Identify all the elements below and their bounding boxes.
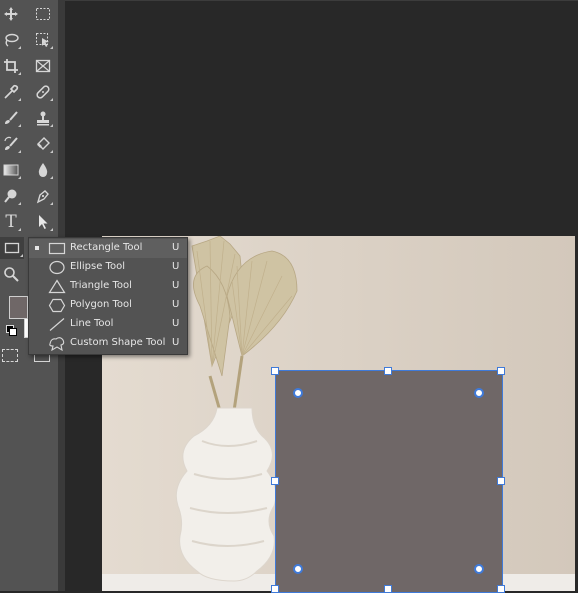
corner-radius-handle[interactable] bbox=[474, 388, 484, 398]
flyout-item-label: Polygon Tool bbox=[70, 299, 132, 310]
workspace-top-border bbox=[65, 0, 578, 1]
transform-handle[interactable] bbox=[271, 367, 279, 375]
move-icon bbox=[4, 7, 18, 21]
gradient-tool[interactable] bbox=[0, 159, 22, 181]
history-brush-icon bbox=[4, 136, 18, 150]
arrow-icon bbox=[39, 215, 48, 229]
object-selection-tool[interactable] bbox=[32, 29, 54, 51]
flyout-item-shortcut: U bbox=[172, 318, 180, 329]
type-tool[interactable]: T bbox=[0, 211, 22, 233]
flyout-item-label: Rectangle Tool bbox=[70, 242, 143, 253]
transform-handle[interactable] bbox=[497, 477, 505, 485]
corner-radius-handle[interactable] bbox=[474, 564, 484, 574]
type-icon: T bbox=[5, 212, 17, 232]
line-icon bbox=[49, 318, 65, 331]
drop-icon bbox=[38, 163, 48, 177]
gradient-icon bbox=[3, 164, 19, 176]
flyout-item-triangle-tool[interactable]: Triangle Tool U bbox=[29, 277, 187, 296]
eyedropper-tool[interactable] bbox=[0, 81, 22, 103]
flyout-item-shortcut: U bbox=[172, 337, 180, 348]
frame-icon bbox=[35, 59, 51, 73]
foreground-color-swatch[interactable] bbox=[9, 296, 28, 319]
marquee-icon bbox=[36, 8, 50, 20]
flyout-item-shortcut: U bbox=[172, 280, 180, 291]
zoom-tool[interactable] bbox=[0, 263, 22, 285]
flyout-item-label: Line Tool bbox=[70, 318, 114, 329]
transform-handle[interactable] bbox=[271, 477, 279, 485]
stamp-icon bbox=[37, 111, 49, 126]
rectangle-shape-layer[interactable] bbox=[275, 370, 503, 593]
dodge-icon bbox=[4, 189, 17, 203]
polygon-icon bbox=[48, 298, 66, 313]
flyout-item-ellipse-tool[interactable]: Ellipse Tool U bbox=[29, 258, 187, 277]
object-select-icon bbox=[36, 33, 49, 47]
flyout-item-shortcut: U bbox=[172, 261, 180, 272]
rectangle-icon bbox=[4, 242, 20, 254]
quick-mask-icon[interactable] bbox=[2, 349, 18, 362]
corner-radius-handle[interactable] bbox=[293, 564, 303, 574]
eraser-icon bbox=[37, 137, 50, 150]
flyout-item-rectangle-tool[interactable]: Rectangle Tool U bbox=[29, 239, 187, 258]
path-selection-tool[interactable] bbox=[32, 211, 54, 233]
zoom-icon bbox=[4, 267, 19, 282]
transform-handle[interactable] bbox=[384, 585, 392, 593]
healing-brush-tool[interactable] bbox=[32, 81, 54, 103]
ellipse-icon bbox=[49, 260, 65, 275]
flyout-item-shortcut: U bbox=[172, 242, 180, 253]
swap-colors-icon[interactable] bbox=[6, 325, 17, 336]
frame-tool[interactable] bbox=[32, 55, 54, 77]
history-brush-tool[interactable] bbox=[0, 133, 22, 155]
blur-tool[interactable] bbox=[32, 159, 54, 181]
flyout-item-polygon-tool[interactable]: Polygon Tool U bbox=[29, 296, 187, 315]
custom-shape-icon bbox=[49, 337, 65, 351]
pen-tool[interactable] bbox=[32, 185, 54, 207]
eyedropper-icon bbox=[4, 84, 19, 99]
transform-handle[interactable] bbox=[497, 585, 505, 593]
flyout-item-label: Ellipse Tool bbox=[70, 261, 125, 272]
pen-icon bbox=[36, 190, 49, 204]
crop-tool[interactable] bbox=[0, 55, 22, 77]
lasso-icon bbox=[5, 33, 19, 47]
shape-tool-flyout: Rectangle Tool U Ellipse Tool U Triangle… bbox=[28, 237, 188, 355]
flyout-item-shortcut: U bbox=[172, 299, 180, 310]
corner-radius-handle[interactable] bbox=[293, 388, 303, 398]
flyout-item-label: Triangle Tool bbox=[70, 280, 132, 291]
brush-tool[interactable] bbox=[0, 107, 22, 129]
rectangle-tool[interactable] bbox=[0, 237, 24, 259]
move-tool[interactable] bbox=[0, 3, 22, 25]
crop-icon bbox=[4, 59, 18, 73]
clone-stamp-tool[interactable] bbox=[32, 107, 54, 129]
transform-handle[interactable] bbox=[384, 367, 392, 375]
transform-handle[interactable] bbox=[497, 367, 505, 375]
bandage-icon bbox=[36, 85, 50, 99]
flyout-item-custom-shape-tool[interactable]: Custom Shape Tool U bbox=[29, 334, 187, 353]
rectangle-icon bbox=[48, 242, 66, 255]
brush-icon bbox=[5, 111, 18, 124]
dodge-tool[interactable] bbox=[0, 185, 22, 207]
lasso-tool[interactable] bbox=[0, 29, 22, 51]
flyout-item-label: Custom Shape Tool bbox=[70, 337, 166, 348]
selected-bullet-icon bbox=[35, 246, 39, 250]
flyout-item-line-tool[interactable]: Line Tool U bbox=[29, 315, 187, 334]
eraser-tool[interactable] bbox=[32, 133, 54, 155]
transform-handle[interactable] bbox=[271, 585, 279, 593]
triangle-icon bbox=[48, 279, 66, 294]
rectangular-marquee-tool[interactable] bbox=[32, 3, 54, 25]
